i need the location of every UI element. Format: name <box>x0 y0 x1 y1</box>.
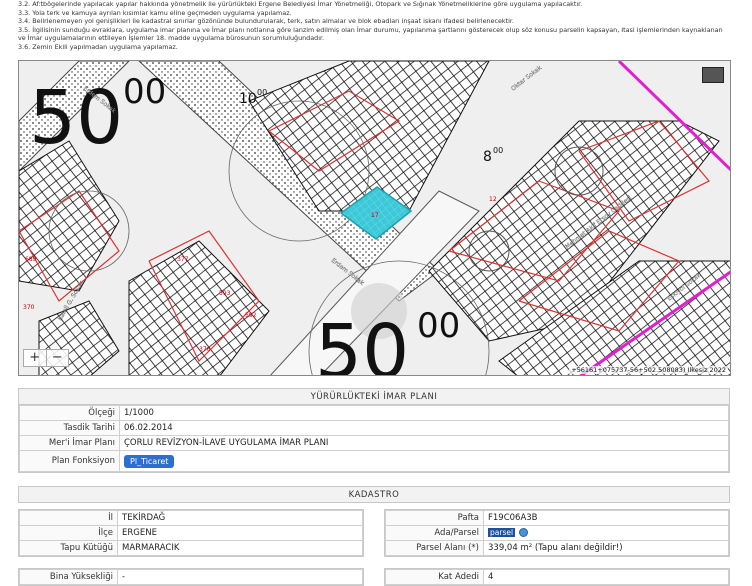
table-row: Bina Yüksekliği - <box>19 569 363 585</box>
table-row: Tasdik Tarihi 06.02.2014 <box>19 420 729 436</box>
table-row: Pafta F19C06A3B <box>385 510 729 526</box>
note-line: 3.6. Zemin Ekili yapılmadan uygulama yap… <box>18 42 178 51</box>
row-label: Ölçeği <box>19 405 120 421</box>
zoom-control[interactable]: + − <box>23 349 69 367</box>
parcel-number: 370 <box>23 304 35 311</box>
zone-label: 00 <box>417 306 460 346</box>
row-label: Plan Fonksiyon <box>19 450 120 472</box>
table-row: Ada/Parsel parsel <box>385 525 729 541</box>
row-value: Pl_Ticaret <box>119 450 729 472</box>
parcel-number: 17 <box>371 212 379 219</box>
row-label: Ada/Parsel <box>385 525 484 541</box>
row-label: Tapu Kütüğü <box>19 540 118 556</box>
row-value: TEKİRDAĞ <box>117 510 363 526</box>
row-label: İl <box>19 510 118 526</box>
note-line: ve İmar uygulamalarının ettileyen İşleml… <box>18 34 325 43</box>
bina-yuksekligi-table: Bina Yüksekliği - <box>18 568 364 586</box>
kadastro-panel: KADASTRO <box>18 486 730 503</box>
map-canvas[interactable]: 50 00 50 00 10 00 8 00 Erdem Sokak Oktar… <box>19 61 731 376</box>
row-label: İlçe <box>19 525 118 541</box>
parcel-number: 12 <box>489 196 497 203</box>
map-view[interactable]: 50 00 50 00 10 00 8 00 Erdem Sokak Oktar… <box>18 60 731 376</box>
row-value: MARMARACIK <box>117 540 363 556</box>
table-row: Kat Adedi 4 <box>385 569 729 585</box>
layers-toggle-button[interactable] <box>702 67 724 83</box>
road-width-label: 10 <box>239 91 257 107</box>
row-label: Mer'i İmar Planı <box>19 435 120 451</box>
row-label: Tasdik Tarihi <box>19 420 120 436</box>
zoom-in-button[interactable]: + <box>24 350 46 366</box>
imar-plan-table: Ölçeği 1/1000 Tasdik Tarihi 06.02.2014 M… <box>19 405 729 472</box>
table-row: İlçe ERGENE <box>19 525 363 541</box>
globe-icon[interactable] <box>519 528 529 537</box>
note-line: 3.4. Belirlenemeyen yol genişlikleri ile… <box>18 17 514 26</box>
kat-adedi-table: Kat Adedi 4 <box>384 568 730 586</box>
note-line: 3.2. Af:tbögelerinde yapılacak yapılar h… <box>18 0 583 8</box>
zone-label: 50 <box>29 75 123 161</box>
parcel-number: 376 <box>199 346 211 353</box>
imar-plan-panel: YÜRÜRLÜKTEKİ İMAR PLANI Ölçeği 1/1000 Ta… <box>18 388 730 473</box>
imar-plan-title: YÜRÜRLÜKTEKİ İMAR PLANI <box>19 389 729 405</box>
zone-label: 50 <box>315 309 409 376</box>
note-line: 3.3. Yola terk ve kamuya ayrılan kısımla… <box>18 8 292 17</box>
row-value: 339,04 m² (Tapu alanı değildir!) <box>483 540 729 556</box>
row-value: ÇORLU REVİZYON-İLAVE UYGULAMA İMAR PLANI <box>119 435 729 451</box>
table-row: Ölçeği 1/1000 <box>19 405 729 421</box>
row-value: ERGENE <box>117 525 363 541</box>
table-row: Parsel Alanı (*) 339,04 m² (Tapu alanı d… <box>385 540 729 556</box>
road-width-label: 00 <box>493 146 503 155</box>
row-value: 1/1000 <box>119 405 729 421</box>
row-label: Bina Yüksekliği <box>19 569 118 585</box>
row-value: 4 <box>483 569 729 585</box>
table-row: Mer'i İmar Planı ÇORLU REVİZYON-İLAVE UY… <box>19 435 729 451</box>
row-value: parsel <box>483 525 729 541</box>
road-width-label: 00 <box>257 88 267 97</box>
table-row: Tapu Kütüğü MARMARACIK <box>19 540 363 556</box>
parcel-number: 593 <box>219 290 231 297</box>
row-label: Parsel Alanı (*) <box>385 540 484 556</box>
plan-function-badge[interactable]: Pl_Ticaret <box>124 454 175 468</box>
row-label: Pafta <box>385 510 484 526</box>
table-row: Plan Fonksiyon Pl_Ticaret <box>19 450 729 472</box>
plan-notes: 3.2. Af:tbögelerinde yapılacak yapılar h… <box>18 0 738 52</box>
kadastro-right-table: Pafta F19C06A3B Ada/Parsel parsel Parsel… <box>384 509 730 557</box>
ada-parsel-value[interactable]: parsel <box>488 528 516 537</box>
note-line: 3.5. İlgilisinin sunduğu evraklara, uygu… <box>18 25 723 34</box>
zoom-out-button[interactable]: − <box>45 350 69 366</box>
zone-label: 00 <box>123 72 166 112</box>
parcel-number: 592 <box>245 312 257 319</box>
kadastro-title: KADASTRO <box>19 487 729 503</box>
parcel-number: 377 <box>177 256 189 263</box>
row-value: 06.02.2014 <box>119 420 729 436</box>
road-width-label: 8 <box>483 149 492 165</box>
kadastro-left-table: İl TEKİRDAĞ İlçe ERGENE Tapu Kütüğü MARM… <box>18 509 364 557</box>
row-label: Kat Adedi <box>385 569 484 585</box>
parcel-number: 689 <box>25 256 37 263</box>
table-row: İl TEKİRDAĞ <box>19 510 363 526</box>
row-value: F19C06A3B <box>483 510 729 526</box>
row-value: - <box>117 569 363 585</box>
coordinate-readout: +56161+075737-56+502.508083) Ilkesiz 202… <box>569 366 728 374</box>
